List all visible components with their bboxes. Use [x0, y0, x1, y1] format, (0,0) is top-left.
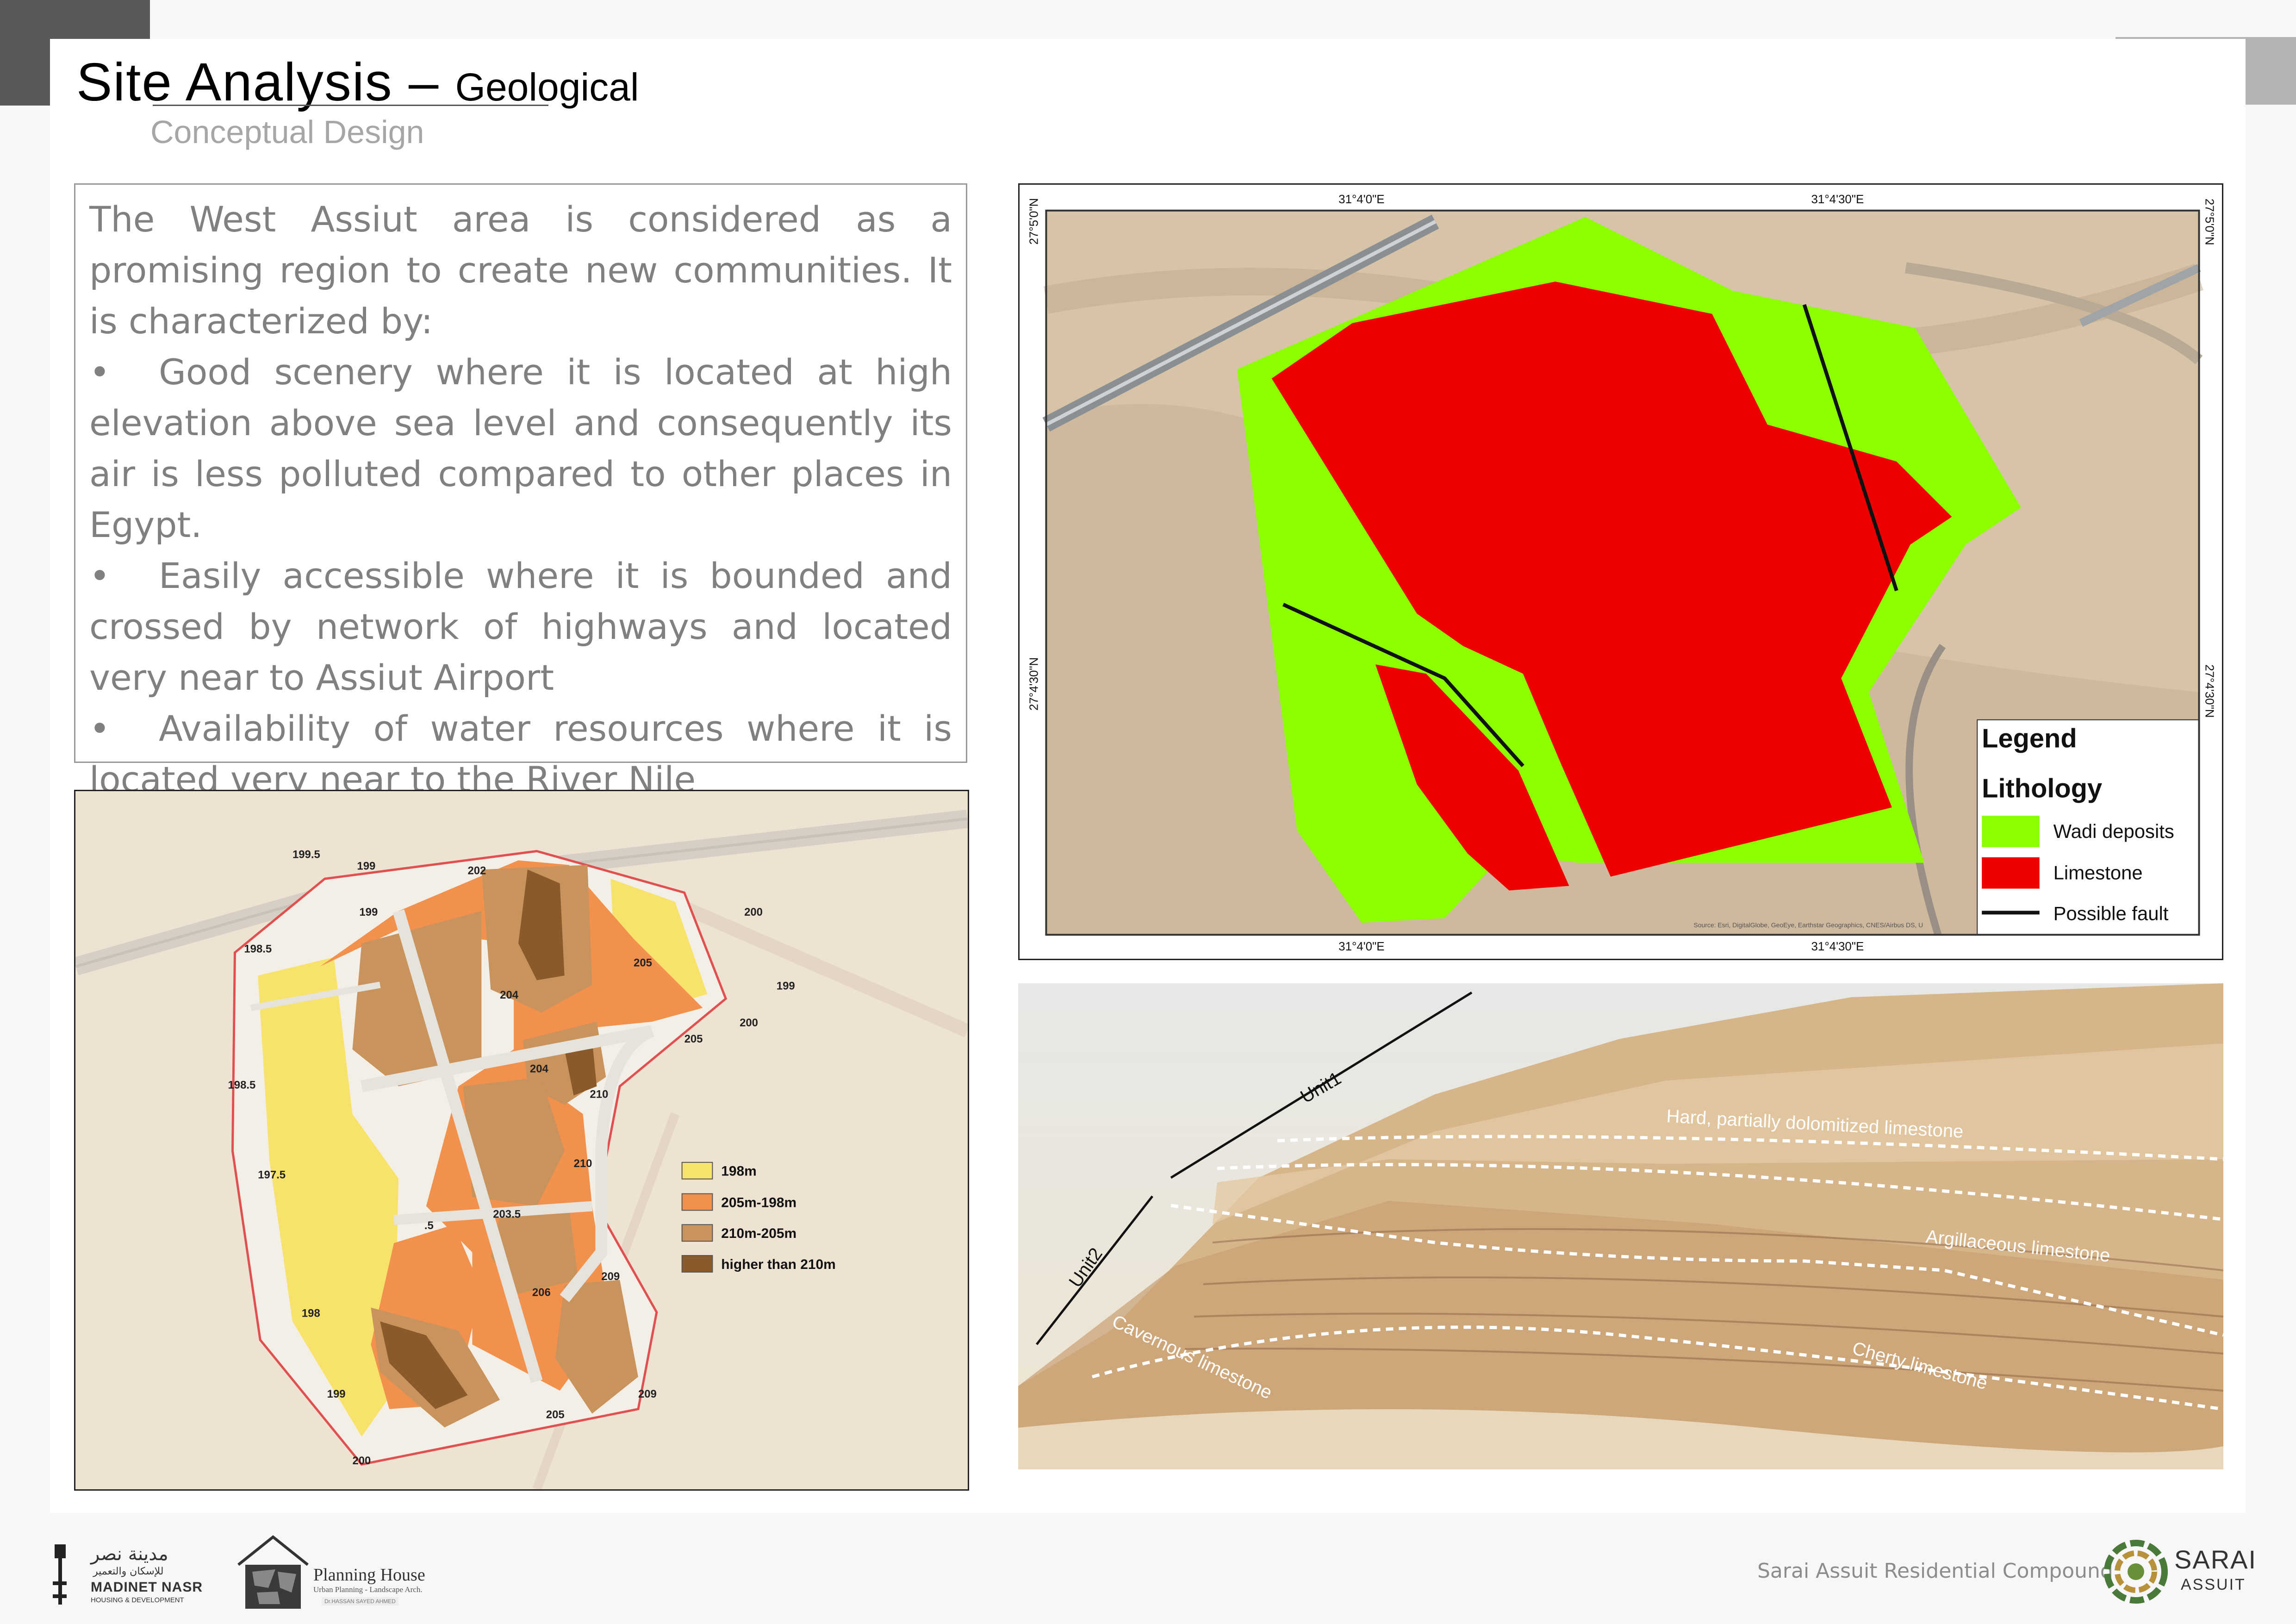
- coord-label: 31°4'0"E: [1338, 193, 1384, 206]
- legend-subtitle: Lithology: [1982, 774, 2102, 803]
- spot-height-label: 209: [601, 1270, 620, 1283]
- spot-height-label: 203.5: [493, 1208, 521, 1220]
- sarai-emblem-icon: [2104, 1540, 2168, 1604]
- legend-label: 210m-205m: [721, 1226, 796, 1241]
- spot-height-label: 202: [467, 864, 486, 877]
- house-icon: [237, 1535, 309, 1609]
- spot-height-label: 199: [777, 980, 795, 992]
- geology-map-graphic: 31°4'0"E 31°4'30"E 31°4'0"E 31°4'30"E 27…: [1028, 193, 2216, 953]
- elevation-map: 199.5 199 202 200 199 198.5 205 204 199 …: [74, 790, 969, 1491]
- page-title: Site Analysis – Geological: [76, 51, 639, 113]
- spot-height-label: 205: [684, 1033, 703, 1045]
- spot-height-label: 200: [352, 1455, 371, 1467]
- spot-height-label: 206: [532, 1287, 551, 1299]
- logo1-name: MADINET NASR: [91, 1580, 203, 1595]
- logo3-sub: ASSUIT: [2181, 1576, 2246, 1593]
- spot-height-label: 199: [327, 1388, 346, 1400]
- spot-height-label: 197.5: [258, 1169, 286, 1181]
- spot-height-label: 199: [359, 906, 378, 918]
- legend-label: higher than 210m: [721, 1257, 835, 1272]
- page-subtitle: Conceptual Design: [150, 114, 424, 150]
- spot-height-label: 210: [590, 1088, 608, 1100]
- spot-height-label: 200: [744, 906, 763, 918]
- legend-label: 198m: [721, 1164, 756, 1179]
- legend-label: Limestone: [2053, 862, 2143, 884]
- coord-label: 27°4'30"N: [2203, 664, 2215, 718]
- spot-height-label: 205: [546, 1409, 565, 1421]
- spot-height-label: 204: [530, 1063, 549, 1075]
- geology-legend: Legend Lithology Wadi deposits Limestone…: [1977, 719, 2199, 935]
- coord-label: 31°4'30"E: [1811, 193, 1864, 206]
- spot-height-label: 204: [500, 989, 519, 1001]
- coord-label: 27°4'30"N: [1028, 657, 1041, 711]
- logo2-name: Planning House: [313, 1565, 425, 1585]
- legend-title: Legend: [1982, 724, 2077, 754]
- logo3-name: SARAI: [2174, 1545, 2257, 1574]
- title-sub: Geological: [455, 65, 639, 109]
- legend-label: 205m-198m: [721, 1195, 796, 1210]
- logo1-arabic: مدينة نصر: [91, 1543, 168, 1565]
- spot-height-label: 205: [634, 956, 652, 969]
- bullet-dot: •: [89, 708, 110, 749]
- project-name: Sarai Assuit Residential Compound: [1757, 1559, 2113, 1583]
- logo1-arabic-sub: للإسكان والتعمير: [93, 1566, 164, 1577]
- title-underline: [153, 105, 548, 106]
- description-box: The West Assiut area is considered as a …: [74, 183, 967, 800]
- logo2-sub: Urban Planning - Landscape Arch.: [313, 1585, 423, 1594]
- coord-label: 31°4'30"E: [1811, 940, 1864, 953]
- rock-outcrop-photo: Unit1 Unit2 Hard, partially dolomitized …: [1018, 983, 2223, 1469]
- coord-label: 31°4'0"E: [1338, 940, 1384, 953]
- legend-label: Wadi deposits: [2053, 820, 2174, 842]
- elevation-map-graphic: 199.5 199 202 200 199 198.5 205 204 199 …: [75, 791, 968, 1489]
- spot-height-label: 209: [638, 1388, 657, 1400]
- map-source-note: Source: Esri, DigitalGlobe, GeoEye, Eart…: [1693, 921, 1923, 929]
- sarai-assuit-logo: SARAI ASSUIT: [2101, 1537, 2256, 1606]
- bullet-dot: •: [89, 555, 110, 596]
- rock-photo-graphic: Unit1 Unit2 Hard, partially dolomitized …: [1018, 983, 2223, 1469]
- spot-height-label: 200: [740, 1017, 758, 1029]
- planning-house-logo: Planning House Urban Planning - Landscap…: [234, 1532, 428, 1611]
- spot-height-label: 199: [357, 860, 375, 872]
- madinet-nasr-logo: مدينة نصر للإسكان والتعمير MADINET NASR …: [44, 1540, 211, 1609]
- logo2-person: Dr.HASSAN SAYED AHMED: [322, 1597, 398, 1605]
- coord-label: 27°5'0"N: [2203, 199, 2215, 245]
- logo1-sub: HOUSING & DEVELOPMENT: [91, 1596, 184, 1604]
- description-intro: The West Assiut area is considered as a …: [89, 199, 952, 342]
- bullet-dot: •: [89, 351, 110, 393]
- geology-map: 31°4'0"E 31°4'30"E 31°4'0"E 31°4'30"E 27…: [1018, 183, 2223, 960]
- bullet-text: Good scenery where it is located at high…: [89, 351, 952, 545]
- spot-height-label: 198: [302, 1307, 320, 1319]
- spot-height-label: 198.5: [228, 1079, 256, 1091]
- spot-height-label: 198.5: [244, 943, 272, 956]
- bullet-text: Easily accessible where it is bounded an…: [89, 555, 952, 698]
- spot-height-label: 210: [574, 1157, 592, 1170]
- spot-height-label: .5: [424, 1219, 434, 1232]
- legend-label: Possible fault: [2053, 902, 2169, 924]
- title-main: Site Analysis –: [76, 52, 455, 112]
- spot-height-label: 199.5: [292, 848, 320, 861]
- coord-label: 27°5'0"N: [1028, 198, 1041, 245]
